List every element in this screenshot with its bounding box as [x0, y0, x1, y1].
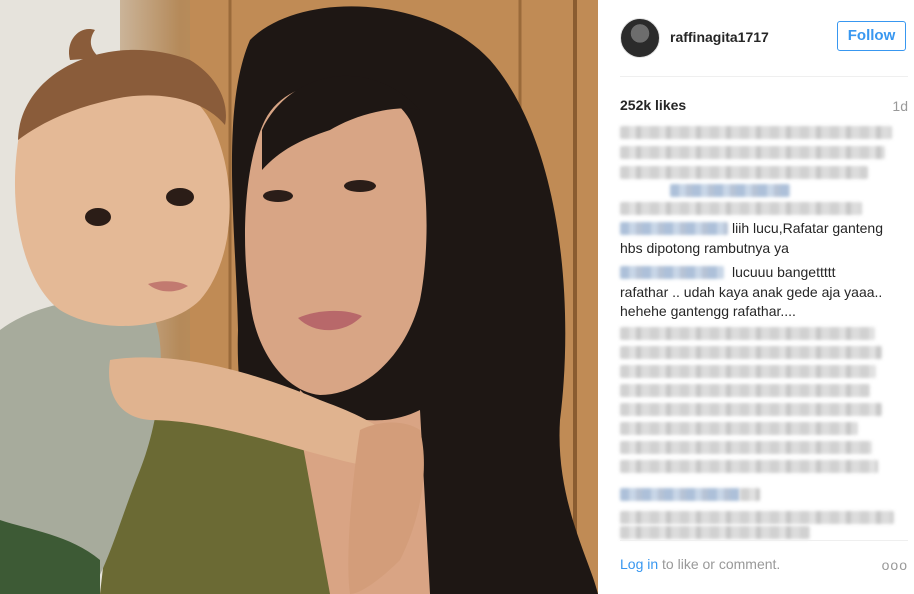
comment-text: liih lucu,Rafatar ganteng: [732, 220, 883, 236]
follow-button[interactable]: Follow: [837, 21, 906, 51]
blurred-text: [620, 146, 885, 159]
blurred-text: [620, 526, 810, 539]
post-photo[interactable]: [0, 0, 598, 594]
comment-username-blurred[interactable]: [620, 266, 724, 279]
comment-text: hbs dipotong rambutnya ya: [620, 240, 789, 256]
blurred-text: [620, 441, 872, 454]
blurred-text: [620, 460, 878, 473]
comment-prompt: to like or comment.: [662, 556, 781, 572]
more-options-icon[interactable]: ooo: [882, 557, 908, 573]
comment-text: rafathar .. udah kaya anak gede aja yaaa…: [620, 284, 883, 300]
comment-text: lucuuu bangettttt: [732, 264, 836, 280]
blurred-text: [620, 365, 876, 378]
comment-text: hehehe gantengg rafathar....: [620, 303, 796, 319]
blurred-text: [620, 422, 858, 435]
login-link[interactable]: Log in: [620, 556, 658, 572]
photo-illustration: [0, 0, 598, 594]
comment-username-blurred[interactable]: [620, 222, 728, 235]
blurred-text: [620, 327, 875, 340]
footer-divider: [620, 540, 908, 541]
post-time[interactable]: 1d: [892, 98, 908, 114]
blurred-text: [620, 511, 894, 524]
blurred-text: [620, 488, 740, 501]
blurred-text: [620, 384, 870, 397]
blurred-text: [740, 488, 760, 501]
post-details-panel: raffinagita1717 Follow 252k likes 1d lii…: [598, 0, 914, 594]
blurred-text: [670, 184, 790, 197]
username-link[interactable]: raffinagita1717: [670, 29, 769, 45]
header-divider: [620, 76, 908, 77]
login-prompt: Log in to like or comment.: [620, 556, 780, 572]
blurred-text: [620, 346, 882, 359]
likes-count[interactable]: 252k likes: [620, 97, 686, 113]
blurred-text: [620, 126, 892, 139]
post-header: raffinagita1717 Follow: [598, 0, 914, 76]
blurred-text: [620, 403, 882, 416]
blurred-text: [620, 202, 862, 215]
blurred-text: [620, 166, 868, 179]
user-avatar[interactable]: [620, 18, 660, 58]
